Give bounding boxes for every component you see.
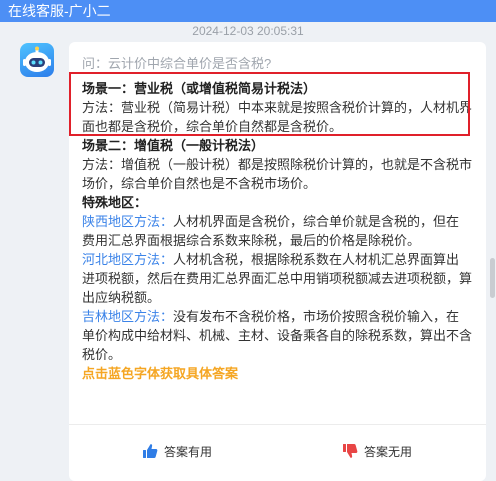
user-question: 问：云计价中综合单价是否含税? [82, 56, 272, 71]
scene1-body: 方法：营业税（简易计税）中本来就是按照含税价计算的，人材机界面也都是含税价，综合… [82, 100, 473, 134]
window-titlebar: 在线客服-广小二 [0, 0, 496, 22]
thumbs-up-icon [143, 444, 158, 458]
robot-icon [23, 46, 51, 72]
scene2-body: 方法：增值税（一般计税）都是按照除税价计算的，也就是不含税市场价，综合单价自然也… [82, 157, 473, 191]
region-shaanxi: 陕西地区方法：人材机界面是含税价，综合单价就是含税的，但在费用汇总界面根据综合系… [82, 212, 472, 250]
scene2-title: 场景二：增值税（一般计税法） [82, 138, 265, 153]
feedback-divider [69, 424, 486, 425]
useless-feedback-label: 答案无用 [364, 444, 413, 459]
region-link-hebei[interactable]: 河北地区方法： [82, 252, 173, 267]
answer-cta-link[interactable]: 点击蓝色字体获取具体答案 [82, 364, 472, 383]
region-link-shaanxi[interactable]: 陕西地区方法： [82, 214, 173, 229]
region-link-jilin[interactable]: 吉林地区方法： [82, 309, 173, 324]
region-jilin: 吉林地区方法：没有发布不含税价格，市场价按照含税价输入，在单价构成中给材料、机械… [82, 307, 472, 364]
scrollbar-thumb[interactable] [490, 258, 495, 298]
useless-feedback-button[interactable]: 答案无用 [342, 441, 412, 461]
answer-content: 场景一：营业税（或增值税简易计税法） 方法：营业税（简易计税）中本来就是按照含税… [82, 79, 472, 383]
useful-feedback-label: 答案有用 [164, 444, 213, 459]
window-title: 在线客服-广小二 [8, 3, 111, 19]
useful-feedback-button[interactable]: 答案有用 [142, 441, 212, 461]
scene1-title: 场景一：营业税（或增值税简易计税法） [82, 81, 317, 96]
region-hebei: 河北地区方法：人材机含税，根据除税系数在人材机汇总界面算出进项税额，然后在费用汇… [82, 250, 472, 307]
bot-avatar [20, 43, 54, 77]
thumbs-down-icon [343, 444, 358, 458]
special-regions-title: 特殊地区： [82, 195, 148, 210]
chat-scrollbar[interactable] [489, 22, 496, 481]
message-timestamp: 2024-12-03 20:05:31 [192, 24, 304, 38]
